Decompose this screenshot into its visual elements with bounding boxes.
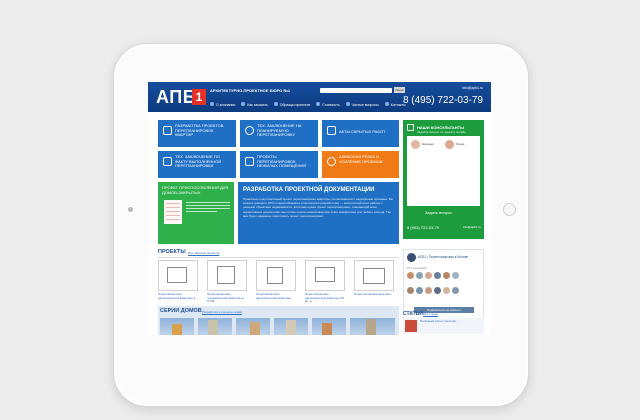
nav-item-about[interactable]: О компании [210, 102, 235, 107]
tile-hidden-works[interactable]: АКТЫ СКРЫТЫХ РАБОТ [322, 120, 399, 147]
avatar[interactable] [416, 287, 423, 294]
site-logo[interactable]: АПБ [156, 87, 196, 107]
project-caption[interactable]: Перепланировка двухкомнатной квартиры [256, 292, 298, 300]
development-panel: РАЗРАБОТКА ПРОЕКТНОЙ ДОКУМЕНТАЦИИ Правил… [238, 182, 399, 244]
checklist-icon [163, 157, 172, 166]
avatar[interactable] [434, 272, 441, 279]
question-icon [345, 102, 350, 106]
tile-nonresidential[interactable]: ПРОЕКТЫ ПЕРЕПЛАНИРОВОК НЕЖИЛЫХ ПОМЕЩЕНИЙ [240, 151, 318, 178]
project-caption[interactable]: Перепланировка квартиры [354, 292, 396, 297]
tile-apartment-projects[interactable]: РАЗРАБОТКА ПРОЕКТОВ ПЕРЕПЛАНИРОВОК КВАРТ… [158, 120, 236, 147]
vk-logo-icon [407, 253, 416, 262]
project-thumb[interactable] [305, 260, 345, 291]
building-image[interactable] [350, 318, 395, 335]
building-image[interactable] [312, 318, 346, 335]
main-nav: О компании Как заказать Образцы проектов… [210, 102, 412, 107]
articles-title: СТАТЬИ [403, 311, 423, 317]
building-image[interactable] [274, 318, 308, 335]
avatar[interactable] [434, 287, 441, 294]
avatar[interactable] [407, 287, 414, 294]
vk-group-title[interactable]: АПБ1 | Перепланировка в Москве [418, 255, 468, 259]
nav-item-price[interactable]: Стоимость [316, 102, 340, 107]
project-thumb[interactable] [207, 260, 247, 291]
avatar[interactable] [452, 272, 459, 279]
development-text: Правильно подготовленный проект переплан… [243, 197, 393, 218]
search-button[interactable]: Поиск [394, 87, 405, 93]
check-icon [245, 157, 254, 166]
project-thumb[interactable] [158, 260, 198, 291]
avatar[interactable] [407, 272, 414, 279]
series-title: СЕРИИ ДОМОВ [160, 308, 202, 314]
tools-icon [327, 126, 336, 135]
price-icon [316, 102, 321, 106]
info-icon [210, 102, 214, 106]
project-caption[interactable]: Перепланировка двухкомнатной квартиры в … [158, 292, 200, 300]
article-item[interactable]: Полезный план с желтым ... [403, 318, 484, 334]
cart-icon [241, 102, 246, 106]
saw-icon [327, 157, 336, 166]
header-phone[interactable]: 8 (495) 722-03-79 [403, 95, 483, 106]
website-screen: АПБ 1 АРХИТЕКТУРНО-ПРОЕКТНОЕ БЮРО №1 Пои… [148, 82, 491, 335]
vk-members-count: 87 участников [407, 266, 427, 270]
articles-all-link[interactable]: Все статьи [423, 312, 438, 316]
search-input[interactable] [320, 88, 392, 93]
avatar [445, 140, 454, 149]
tile-diamond-cutting[interactable]: АЛМАЗНАЯ РЕЗКА И УСИЛЕНИЕ ПРОЕМОВ [322, 151, 399, 178]
consultant-name: Наталья [422, 142, 434, 146]
project-thumb[interactable] [354, 260, 394, 291]
divider [158, 257, 399, 258]
article-title[interactable]: Полезный план с желтым ... [420, 319, 459, 324]
nav-item-order[interactable]: Как заказать [241, 102, 268, 107]
header-email[interactable]: info@apb1.ru [462, 86, 483, 90]
ask-question-button[interactable]: Задать вопрос [425, 210, 452, 215]
chat-icon [407, 124, 414, 131]
building-image[interactable] [236, 318, 270, 335]
avatar[interactable] [425, 287, 432, 294]
avatar[interactable] [425, 272, 432, 279]
document-icon [273, 102, 278, 106]
card-text-lines [186, 200, 230, 214]
camera-icon [128, 207, 133, 212]
search-icon [245, 126, 254, 135]
panel-phone[interactable]: 8 (963) 722-03-79 [407, 225, 439, 230]
phone-icon [384, 102, 389, 106]
tile-planned-conclusion[interactable]: ТЕХ. ЗАКЛЮЧЕНИЕ НА ПЛАНИРУЕМУЮ ПЕРЕПЛАНИ… [240, 120, 318, 147]
avatar[interactable] [452, 287, 459, 294]
consultant-name: Ольга [456, 142, 465, 146]
project-thumb[interactable] [256, 260, 296, 291]
building-image[interactable] [198, 318, 232, 335]
series-section: СЕРИИ ДОМОВ Разработка и проекты серий [158, 306, 399, 335]
projects-title: ПРОЕКТЫ [158, 249, 186, 255]
plan-icon [163, 126, 172, 135]
nav-item-faq[interactable]: Частые вопросы [345, 102, 379, 107]
articles-section: СТАТЬИ Все статьи Полезный план с желтым… [403, 311, 484, 335]
panel-email[interactable]: info@apb1.ru [463, 225, 481, 229]
tile-fact-conclusion[interactable]: ТЕХ. ЗАКЛЮЧЕНИЕ ПО ФАКТУ ВЫПОЛНЕННОЙ ПЕР… [158, 151, 236, 178]
nav-item-contacts[interactable]: Контакты [384, 102, 406, 107]
building-image[interactable] [160, 318, 194, 335]
project-card[interactable]: ПРОЕКТ ПРИСПОСОБЛЕНИЯ ДЛЯ ДОМОВ-ЗАКРЫТЫХ [158, 182, 234, 244]
consultants-subtitle: Задайте вопрос по проекту онлайн [417, 130, 466, 134]
consultants-panel: НАШИ КОНСУЛЬТАНТЫ Задайте вопрос по прое… [403, 120, 484, 239]
nav-item-samples[interactable]: Образцы проектов [273, 102, 310, 107]
logo-number: 1 [192, 89, 206, 105]
series-link[interactable]: Разработка и проекты серий [202, 310, 242, 314]
avatar [411, 140, 420, 149]
document-image [164, 200, 182, 224]
article-image [405, 320, 417, 332]
site-tagline: АРХИТЕКТУРНО-ПРОЕКТНОЕ БЮРО №1 [210, 88, 291, 93]
site-header: АПБ 1 АРХИТЕКТУРНО-ПРОЕКТНОЕ БЮРО №1 Пои… [148, 82, 491, 112]
chat-window[interactable]: Наталья Ольга [407, 136, 480, 206]
project-caption[interactable]: Перепланировка трехкомнатной квартиры в … [207, 292, 249, 304]
project-card-title: ПРОЕКТ ПРИСПОСОБЛЕНИЯ ДЛЯ ДОМОВ-ЗАКРЫТЫХ [162, 185, 229, 195]
avatar[interactable] [443, 272, 450, 279]
projects-all-link[interactable]: Все образцы проектов [188, 251, 219, 255]
development-title: РАЗРАБОТКА ПРОЕКТНОЙ ДОКУМЕНТАЦИИ [243, 187, 375, 193]
avatar[interactable] [443, 287, 450, 294]
home-button[interactable] [503, 203, 516, 216]
project-caption[interactable]: Перепланировка двухкомнатной квартиры 55… [305, 292, 347, 304]
avatar[interactable] [416, 272, 423, 279]
